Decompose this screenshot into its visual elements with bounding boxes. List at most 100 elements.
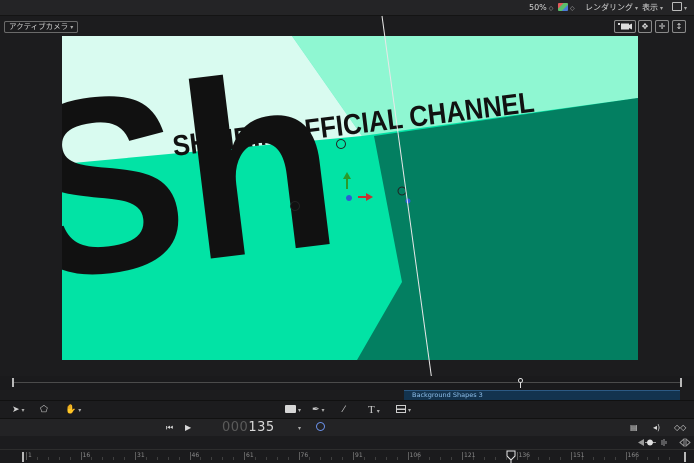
pan-view-button[interactable]: ✛	[655, 20, 669, 33]
timecode-frame: 135	[248, 420, 275, 435]
ruler-tick-label: 16	[82, 452, 91, 459]
viewer-top-bar: 50% ◇ ◇ レンダリング ▾ 表示 ▾ ▾	[0, 0, 694, 16]
channel-menu[interactable]: ◇	[558, 2, 575, 14]
mask-tool-button[interactable]: ▾	[396, 404, 411, 416]
dark-teal-shape	[357, 98, 638, 360]
ruler-minor-tick	[494, 457, 496, 460]
timecode-format-menu[interactable]: ▾	[296, 422, 301, 435]
ruler-minor-tick	[47, 457, 49, 460]
mini-timeline[interactable]	[0, 376, 694, 390]
orbit-button[interactable]: ✥	[638, 20, 652, 33]
ruler-tick	[26, 452, 27, 460]
hand-pan-icon: ✋	[65, 405, 77, 415]
ruler-minor-tick	[342, 457, 344, 460]
audio-button[interactable]: ◂)	[653, 422, 660, 434]
keyframe-editor-button[interactable]: ◇◇	[674, 422, 686, 434]
chevron-down-icon: ▾	[298, 407, 302, 414]
shape-tool-button[interactable]: ▾	[285, 404, 301, 416]
chevron-down-icon: ▾	[70, 24, 74, 31]
ruler-tick	[135, 452, 136, 460]
clip-bar[interactable]: Background Shapes 3	[404, 390, 680, 400]
ruler-minor-tick	[145, 457, 147, 460]
mini-playhead-stem	[520, 383, 521, 388]
position-origin-dot[interactable]	[346, 195, 352, 201]
ruler-minor-tick	[603, 457, 605, 460]
ruler-minor-tick	[276, 457, 278, 460]
ruler-minor-tick	[287, 457, 289, 460]
zoom-menu[interactable]: 50% ◇	[529, 2, 553, 14]
y-axis-arrow-icon[interactable]	[343, 172, 351, 189]
ruler-tick-label: 76	[300, 452, 309, 459]
go-to-start-button[interactable]: ⏮	[166, 422, 173, 434]
ruler-minor-tick	[429, 457, 431, 460]
pan-tool-button[interactable]: ✋ ▾	[65, 404, 81, 416]
adjust-tool-button[interactable]: ⬠	[40, 404, 48, 416]
ruler-minor-tick	[200, 457, 202, 460]
zoom-knob[interactable]	[647, 439, 653, 446]
dolly-button[interactable]: ↕	[672, 20, 686, 33]
ruler-tick	[298, 452, 300, 460]
render-menu[interactable]: レンダリング ▾	[585, 2, 638, 14]
viewer-canvas[interactable]: SHINRIN OFFICIAL CHANNEL Sh	[62, 36, 638, 360]
zoom-out-icon[interactable]	[638, 439, 644, 446]
ruler-out-marker[interactable]	[684, 452, 686, 462]
ruler-tick	[571, 452, 572, 460]
big-letters-text[interactable]: Sh	[62, 36, 352, 334]
chevron-down-icon: ▾	[635, 5, 639, 12]
window-layout-icon	[672, 2, 682, 11]
ruler-tick-label: 46	[191, 452, 200, 459]
timecode-leading: 000	[222, 420, 249, 435]
ruler-tick-label: 1	[28, 452, 32, 459]
camera-select[interactable]: アクティブカメラ ▾	[4, 21, 79, 33]
ruler-tick	[625, 452, 627, 460]
ruler-minor-tick	[418, 457, 420, 460]
chevron-down-icon: ▾	[298, 425, 302, 432]
bezier-pen-icon: ✒	[312, 405, 320, 415]
ruler-tick-label: 31	[137, 452, 145, 459]
chevron-down-icon: ▾	[321, 407, 325, 414]
ruler-minor-tick	[178, 457, 180, 460]
paint-stroke-button[interactable]: ⁄	[343, 404, 345, 416]
ruler-minor-tick	[658, 457, 660, 460]
layout-button[interactable]: ▾	[672, 2, 687, 14]
ruler-minor-tick	[669, 457, 671, 460]
text-tool-button[interactable]: T ▾	[368, 404, 380, 416]
ruler-playhead[interactable]	[506, 450, 516, 463]
ruler-in-marker[interactable]	[22, 452, 24, 462]
chevron-down-icon: ▾	[376, 408, 380, 415]
x-axis-arrow-icon[interactable]	[358, 193, 373, 201]
ruler-minor-tick	[331, 457, 333, 460]
waveform-icon[interactable]	[661, 439, 667, 446]
play-range-start-marker[interactable]	[12, 378, 14, 387]
keyframe-nav-icon[interactable]	[679, 437, 691, 448]
ruler-minor-tick	[211, 457, 213, 460]
mini-timeline-track	[14, 382, 680, 383]
ruler-minor-tick	[614, 457, 616, 460]
bezier-tool-button[interactable]: ✒ ▾	[312, 404, 325, 416]
camera-button[interactable]	[614, 20, 636, 33]
play-range-end-marker[interactable]	[680, 378, 682, 387]
chevron-down-icon: ▾	[408, 407, 412, 414]
ruler-minor-tick	[102, 457, 104, 460]
ruler-minor-tick	[647, 457, 649, 460]
timecode-display[interactable]: 000135	[222, 420, 275, 436]
chevron-down-icon: ▾	[660, 5, 664, 12]
ruler-minor-tick	[451, 457, 453, 460]
timeline-ruler[interactable]: 1 16 31 46 61 76 91 106 121 136 151 166	[0, 449, 694, 463]
clip-label: Background Shapes 3	[412, 391, 483, 399]
zoom-slider[interactable]	[636, 436, 694, 449]
play-button[interactable]: ▶	[185, 422, 191, 434]
go-to-start-icon: ⏮	[166, 423, 174, 432]
record-options-button[interactable]	[316, 422, 325, 435]
position-origin-dot[interactable]	[405, 198, 411, 204]
show-timeline-button[interactable]: ▤	[630, 422, 638, 434]
ruler-minor-tick	[592, 457, 594, 460]
dolly-icon: ↕	[675, 22, 683, 31]
chevron-down-icon: ◇	[548, 5, 554, 12]
select-tool-button[interactable]: ➤ ▾	[12, 404, 25, 416]
select-arrow-icon: ➤	[12, 405, 20, 415]
ruler-minor-tick	[124, 457, 126, 460]
keyframe-icon: ◇◇	[674, 423, 687, 432]
ruler-minor-tick	[440, 457, 442, 460]
view-menu[interactable]: 表示 ▾	[642, 2, 663, 14]
